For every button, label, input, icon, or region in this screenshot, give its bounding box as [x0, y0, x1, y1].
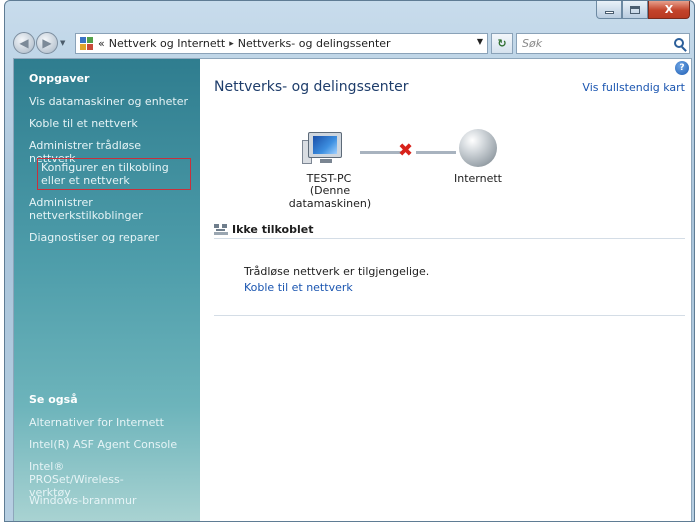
close-button[interactable]: X [648, 1, 690, 19]
network-link-line [416, 151, 456, 154]
see-also-heading: Se også [29, 393, 78, 406]
sidebar-link-manage-connections[interactable]: Administrer nettverkstilkoblinger [29, 196, 189, 222]
sidebar-link-windows-firewall[interactable]: Windows-brannmur [29, 494, 189, 507]
sidebar-link-internet-options[interactable]: Alternativer for Internett [29, 416, 189, 429]
full-map-link[interactable]: Vis fullstendig kart [582, 81, 685, 94]
search-icon[interactable] [674, 38, 684, 48]
content-area: Oppgaver Vis datamaskiner og enheter Kob… [13, 58, 692, 521]
main-panel: ? Nettverks- og delingssenter Vis fullst… [200, 59, 691, 521]
breadcrumb-separator-icon[interactable]: ▸ [229, 39, 234, 49]
internet-label: Internett [454, 172, 502, 185]
caption-buttons: X [596, 1, 690, 19]
status-heading: Ikke tilkoblet [232, 223, 314, 236]
search-input[interactable]: Søk [516, 33, 690, 54]
maximize-icon [630, 5, 640, 14]
network-link-line [360, 151, 402, 154]
address-bar[interactable]: « Nettverk og Internett ▸ Nettverks- og … [75, 33, 488, 54]
sidebar: Oppgaver Vis datamaskiner og enheter Kob… [14, 59, 200, 521]
sidebar-link-setup-connection[interactable]: Konfigurer en tilkobling eller et nettve… [37, 158, 191, 190]
minimize-icon [604, 11, 614, 14]
window: X ◀ ▶ ▼ « Nettverk og Internett ▸ Nettve… [4, 0, 695, 522]
breadcrumb-overflow-icon[interactable]: « [98, 37, 105, 50]
sidebar-link-view-computers[interactable]: Vis datamaskiner og enheter [29, 95, 189, 108]
divider [214, 315, 685, 316]
connect-network-link[interactable]: Koble til et nettverk [244, 281, 353, 294]
divider [214, 238, 685, 239]
computer-subtitle: (Denne datamaskinen) [288, 184, 372, 210]
refresh-icon: ↻ [497, 37, 507, 50]
back-button[interactable]: ◀ [13, 32, 35, 54]
recent-pages-dropdown-icon[interactable]: ▼ [60, 39, 65, 47]
breadcrumb-item[interactable]: Nettverk og Internett [109, 37, 226, 50]
search-placeholder: Søk [522, 37, 543, 50]
disconnected-x-icon[interactable]: ✖ [398, 140, 413, 161]
refresh-button[interactable]: ↻ [491, 33, 513, 54]
help-icon[interactable]: ? [675, 61, 689, 75]
close-icon: X [664, 3, 674, 16]
computer-icon[interactable] [302, 132, 348, 168]
status-section-header: Ikke tilkoblet [214, 223, 313, 236]
internet-globe-icon[interactable] [459, 129, 497, 167]
toolbar: ◀ ▶ ▼ « Nettverk og Internett ▸ Nettverk… [5, 27, 694, 57]
tasks-heading: Oppgaver [29, 72, 90, 85]
sidebar-link-connect-network[interactable]: Koble til et nettverk [29, 117, 189, 130]
forward-arrow-icon: ▶ [42, 36, 52, 50]
sidebar-link-diagnose-repair[interactable]: Diagnostiser og reparer [29, 231, 189, 244]
page-title: Nettverks- og delingssenter [214, 79, 409, 95]
network-status-icon [214, 223, 228, 236]
breadcrumb-item[interactable]: Nettverks- og delingssenter [238, 37, 391, 50]
forward-button[interactable]: ▶ [36, 32, 58, 54]
address-dropdown-icon[interactable]: ▼ [477, 37, 483, 46]
sidebar-link-intel-asf[interactable]: Intel(R) ASF Agent Console [29, 438, 189, 451]
maximize-button[interactable] [622, 1, 648, 19]
minimize-button[interactable] [596, 1, 622, 19]
wireless-available-text: Trådløse nettverk er tilgjengelige. [244, 265, 430, 278]
monitor-icon [308, 132, 342, 158]
back-arrow-icon: ◀ [19, 36, 29, 50]
control-panel-icon [80, 36, 94, 51]
